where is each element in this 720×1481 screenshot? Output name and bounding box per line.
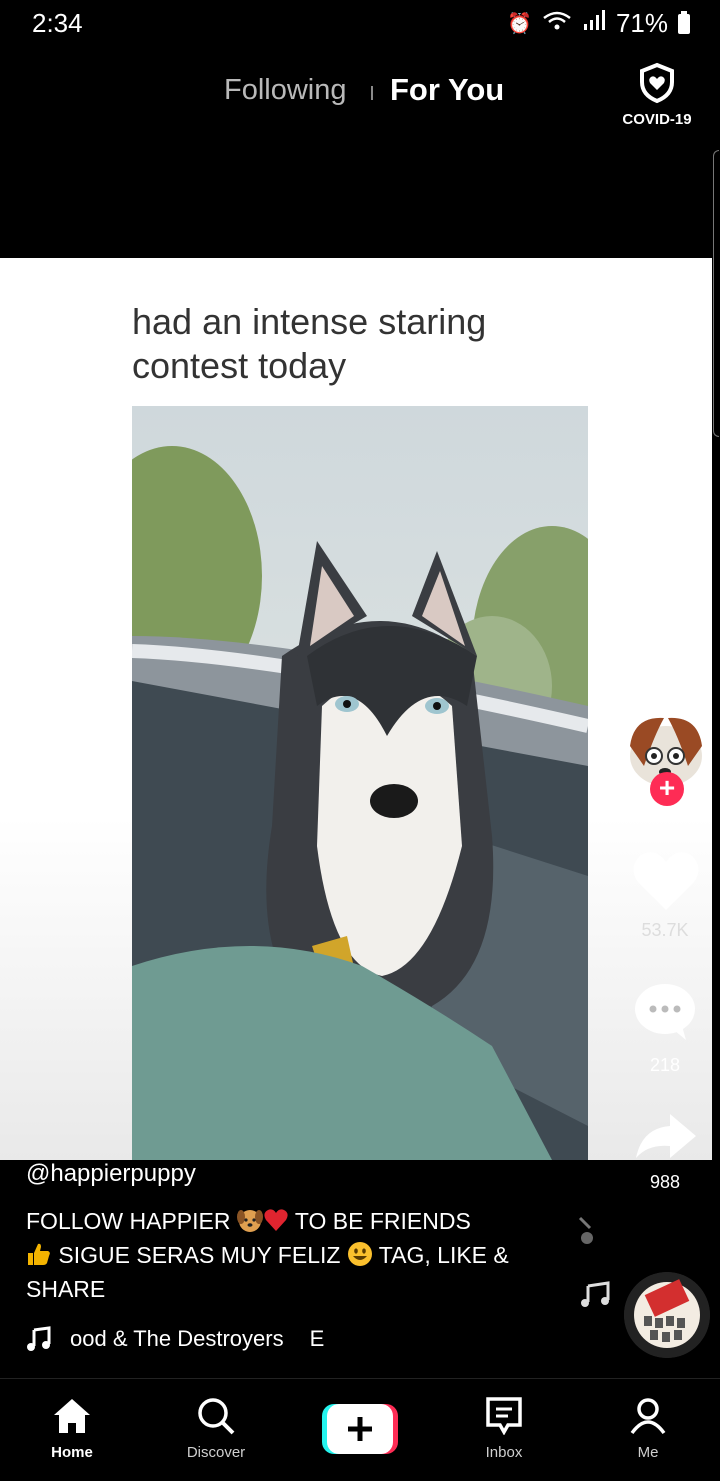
- nav-inbox[interactable]: Inbox: [454, 1397, 554, 1461]
- floating-note-icon: [578, 1216, 593, 1244]
- red-heart-emoji-icon: [264, 1209, 288, 1231]
- share-count: 988: [649, 1172, 681, 1192]
- floating-note-icon: [581, 1281, 610, 1307]
- create-button[interactable]: [322, 1404, 398, 1454]
- covid-button[interactable]: COVID-19: [612, 62, 702, 128]
- battery-percent: 71%: [615, 8, 668, 38]
- status-time: 2:34: [32, 8, 83, 38]
- inbox-icon: [486, 1397, 522, 1436]
- battery-icon: [678, 10, 690, 34]
- wifi-icon: [542, 10, 572, 38]
- like-button[interactable]: [630, 848, 702, 914]
- video-caption: had an intense staring contest today: [132, 300, 486, 388]
- nav-me[interactable]: Me: [598, 1397, 698, 1461]
- heart-icon: [633, 852, 699, 910]
- music-title-trail: E: [309, 1326, 325, 1351]
- comment-count: 218: [649, 1055, 681, 1075]
- comment-button[interactable]: [634, 982, 696, 1042]
- share-button[interactable]: [634, 1112, 698, 1160]
- desc-text: TAG, LIKE &: [378, 1242, 509, 1268]
- profile-icon: [630, 1398, 666, 1435]
- plus-icon: [322, 1404, 398, 1454]
- post-description: FOLLOW HAPPIER TO BE FRIENDS SIGUE SERAS…: [26, 1204, 556, 1306]
- shield-heart-icon: [640, 62, 674, 104]
- nav-home-label: Home: [51, 1444, 93, 1461]
- music-note-icon: [27, 1326, 51, 1351]
- tab-divider: [371, 86, 373, 100]
- music-title: ood & The Destroyers: [70, 1326, 284, 1351]
- alarm-icon: ⏰: [507, 13, 532, 35]
- search-icon: [198, 1398, 235, 1435]
- music-disc[interactable]: [624, 1272, 710, 1358]
- thumbs-up-emoji-icon: [28, 1243, 50, 1265]
- home-icon: [54, 1399, 90, 1433]
- signal-icon: [582, 9, 606, 38]
- creator-username[interactable]: @happierpuppy: [26, 1160, 196, 1188]
- comment-icon: [635, 984, 695, 1040]
- nav-inbox-label: Inbox: [485, 1444, 523, 1461]
- desc-text: SIGUE SERAS MUY FELIZ: [58, 1242, 341, 1268]
- tab-for-you[interactable]: For You: [390, 72, 504, 108]
- video-caption-line: had an intense staring: [132, 301, 487, 342]
- covid-label: COVID-19: [622, 111, 692, 128]
- follow-plus-button[interactable]: +: [650, 772, 684, 806]
- puppy-emoji-icon: [236, 1210, 263, 1232]
- share-arrow-icon: [636, 1114, 696, 1158]
- video-caption-line: contest today: [132, 345, 347, 386]
- scroll-indicator: [713, 150, 719, 437]
- status-icons: ⏰ 71%: [507, 8, 690, 39]
- grinning-emoji-icon: [347, 1242, 372, 1266]
- music-ticker[interactable]: ood & The Destroyers E: [26, 1326, 324, 1352]
- nav-discover-label: Discover: [186, 1444, 246, 1461]
- tab-following[interactable]: Following: [224, 74, 347, 107]
- like-count: 53.7K: [641, 920, 689, 940]
- nav-discover[interactable]: Discover: [166, 1397, 266, 1461]
- nav-home[interactable]: Home: [22, 1397, 122, 1461]
- desc-text: TO BE FRIENDS: [294, 1208, 471, 1234]
- desc-text: FOLLOW HAPPIER: [26, 1208, 231, 1234]
- nav-me-label: Me: [637, 1444, 659, 1461]
- desc-text: SHARE: [26, 1276, 106, 1302]
- husky-photo: [132, 406, 588, 1160]
